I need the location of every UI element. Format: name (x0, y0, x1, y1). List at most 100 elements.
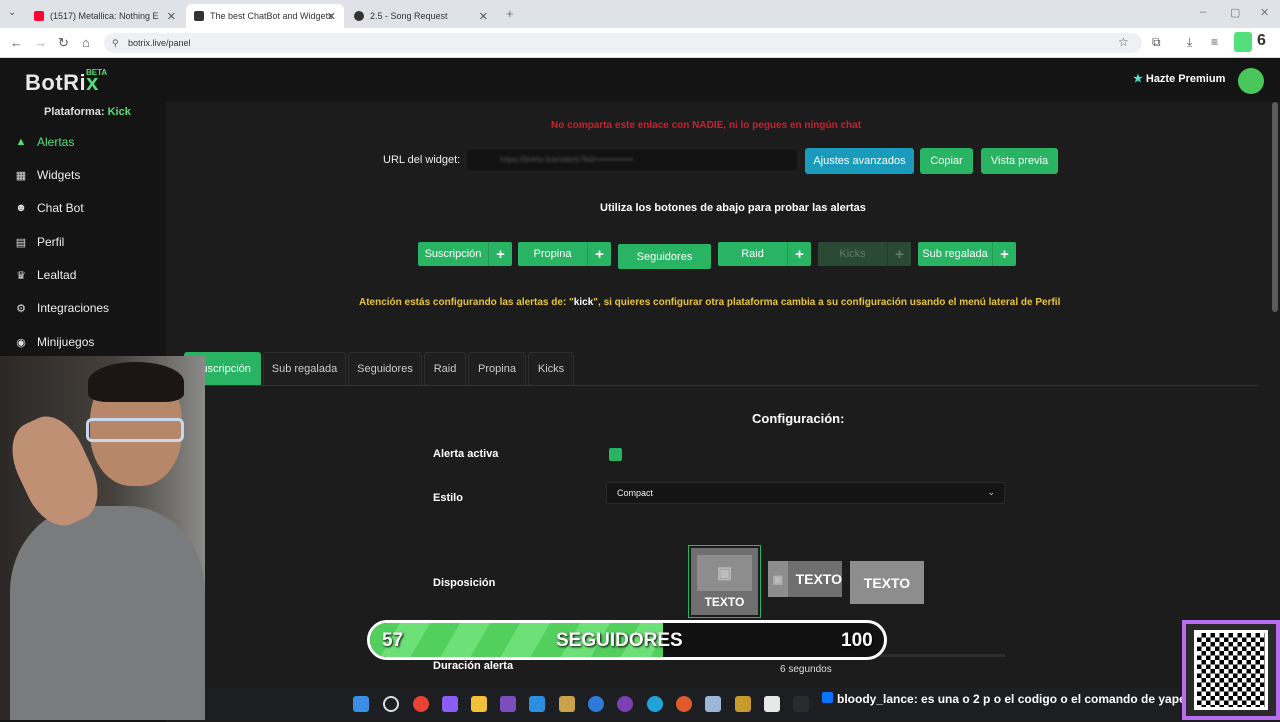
download-icon[interactable]: ⤓ (1187, 35, 1192, 50)
sidebar-item-label: Alertas (37, 135, 75, 149)
tab-list-icon[interactable]: ⌄ (8, 7, 16, 18)
close-icon[interactable]: ✕ (327, 10, 336, 23)
close-icon[interactable]: ✕ (167, 10, 176, 23)
tab-raid[interactable]: Raid (424, 352, 466, 385)
widget-url-label: URL del widget: (383, 154, 461, 166)
app-icon[interactable] (588, 696, 604, 712)
preview-button[interactable]: Vista previa (981, 148, 1058, 174)
button-label: Seguidores (636, 250, 693, 263)
windows-start-icon[interactable] (353, 696, 369, 712)
extension-badge[interactable]: 6 (1257, 32, 1266, 50)
new-tab-icon[interactable]: + (506, 6, 514, 21)
gamepad-icon: ◉ (16, 336, 26, 349)
test-raid-button[interactable]: Raid + (718, 242, 811, 266)
style-label: Estilo (433, 492, 463, 504)
copy-button[interactable]: Copiar (920, 148, 973, 174)
plus-icon: + (887, 242, 911, 266)
maximize-icon[interactable]: ▢ (1230, 6, 1240, 19)
sidebar-item-widgets[interactable]: ▦ Widgets (14, 164, 164, 186)
sidebar-item-perfil[interactable]: ▤ Perfil (14, 231, 164, 253)
sidebar-item-label: Minijuegos (37, 335, 95, 349)
tab-title: (1517) Metallica: Nothing E (50, 11, 159, 21)
window-close-icon[interactable]: ✕ (1260, 6, 1269, 19)
sidebar-item-chat-bot[interactable]: ☻ Chat Bot (14, 197, 164, 219)
layout-option-vertical[interactable]: ▣ TEXTO (688, 545, 761, 618)
style-select-value: Compact (617, 488, 654, 498)
forward-icon[interactable]: → (34, 35, 47, 50)
postman-icon[interactable] (676, 696, 692, 712)
layout-option-overlay[interactable]: TEXTO (850, 561, 924, 604)
sidebar-item-integraciones[interactable]: ⚙ Integraciones (14, 297, 164, 319)
test-gift-sub-button[interactable]: Sub regalada + (918, 242, 1016, 266)
goal-label: SEGUIDORES (556, 630, 683, 651)
minimize-icon[interactable]: – (1200, 6, 1206, 18)
vscode-icon[interactable] (529, 696, 545, 712)
platform-value: Kick (107, 106, 131, 118)
tab-sub-regalada[interactable]: Sub regalada (263, 352, 346, 385)
layout-option-horizontal[interactable]: ▣ TEXTO (768, 561, 842, 597)
kick-extension-icon[interactable] (1234, 32, 1252, 52)
beta-badge: BETA (86, 68, 108, 77)
test-subscription-button[interactable]: Suscripción + (418, 242, 512, 266)
address-bar[interactable]: ⚲ botrix.live/panel (104, 33, 1142, 53)
edge-icon[interactable] (647, 696, 663, 712)
test-followers-button[interactable]: Seguidores (618, 244, 711, 269)
goal-target: 100 (841, 630, 873, 651)
duration-value: 6 segundos (780, 664, 832, 675)
media-control-icon[interactable]: ≡ (1211, 35, 1218, 49)
avatar[interactable] (1238, 68, 1264, 94)
github-icon (354, 11, 364, 21)
webcam-person-body (10, 506, 205, 720)
sidebar-item-label: Integraciones (37, 301, 110, 315)
copilot-icon[interactable] (442, 696, 458, 712)
tab-seguidores[interactable]: Seguidores (348, 352, 422, 385)
browser-tab-2[interactable]: The best ChatBot and Widgets ✕ (186, 4, 344, 28)
site-info-icon[interactable]: ⚲ (112, 33, 119, 53)
github-desktop-icon[interactable] (617, 696, 633, 712)
platform-indicator: Plataforma: Kick (44, 106, 131, 118)
chrome-icon[interactable] (413, 696, 429, 712)
home-icon[interactable]: ⌂ (82, 35, 90, 50)
archive-app-icon[interactable] (735, 696, 751, 712)
extensions-icon[interactable]: ⧉ (1152, 35, 1161, 50)
button-label: Propina (533, 248, 572, 260)
browser-tab-3[interactable]: 2.5 - Song Request ✕ (346, 4, 496, 28)
tab-kicks[interactable]: Kicks (528, 352, 574, 385)
visual-studio-icon[interactable] (500, 696, 516, 712)
premium-link[interactable]: ★ Hazte Premium (1133, 72, 1225, 85)
close-icon[interactable]: ✕ (479, 10, 488, 23)
reload-icon[interactable]: ↻ (58, 35, 69, 51)
terminal-icon[interactable] (793, 696, 809, 712)
test-kicks-button[interactable]: Kicks + (818, 242, 911, 266)
sidebar-item-alertas[interactable]: ▲ Alertas (14, 131, 164, 153)
sidebar-item-minijuegos[interactable]: ◉ Minijuegos (14, 331, 164, 353)
back-icon[interactable]: ← (10, 35, 23, 50)
browser-toolbar: ← → ↻ ⌂ ⚲ botrix.live/panel ☆ ⧉ ⤓ ≡ 6 (0, 28, 1280, 58)
notes-app-icon[interactable] (764, 696, 780, 712)
plus-icon: + (787, 242, 811, 266)
sidebar-item-lealtad[interactable]: ♛ Lealtad (14, 264, 164, 286)
attention-prefix: Atención estás configurando las alertas … (359, 297, 574, 308)
tool-app-icon[interactable] (559, 696, 575, 712)
alert-active-checkbox[interactable] (609, 448, 622, 461)
alert-type-tabs: Suscripción Sub regalada Seguidores Raid… (184, 352, 1258, 386)
chat-platform-icon (822, 692, 833, 703)
url-text: botrix.live/panel (128, 38, 191, 48)
scrollbar[interactable] (1272, 102, 1278, 312)
tab-propina[interactable]: Propina (468, 352, 526, 385)
file-explorer-icon[interactable] (471, 696, 487, 712)
widget-url-field[interactable]: https://botrix.live/alerts?bid=•••••••••… (465, 148, 799, 172)
browser-tab-1[interactable]: (1517) Metallica: Nothing E ✕ (26, 4, 184, 28)
box-app-icon[interactable] (705, 696, 721, 712)
warning-icon: ▲ (15, 136, 27, 148)
chat-ticker: bloody_lance: es una o 2 p o el codigo o… (822, 692, 1186, 706)
style-select[interactable]: Compact ⌄ (606, 482, 1005, 504)
sidebar-item-label: Widgets (37, 168, 81, 182)
advanced-settings-button[interactable]: Ajustes avanzados (805, 148, 914, 174)
ticker-message: : es una o 2 p o el codigo o el comando … (913, 692, 1186, 706)
search-icon[interactable] (383, 696, 399, 712)
bookmark-star-icon[interactable]: ☆ (1118, 35, 1129, 49)
webcam-person-glasses (86, 418, 184, 442)
test-tip-button[interactable]: Propina + (518, 242, 611, 266)
plus-icon: + (488, 242, 512, 266)
